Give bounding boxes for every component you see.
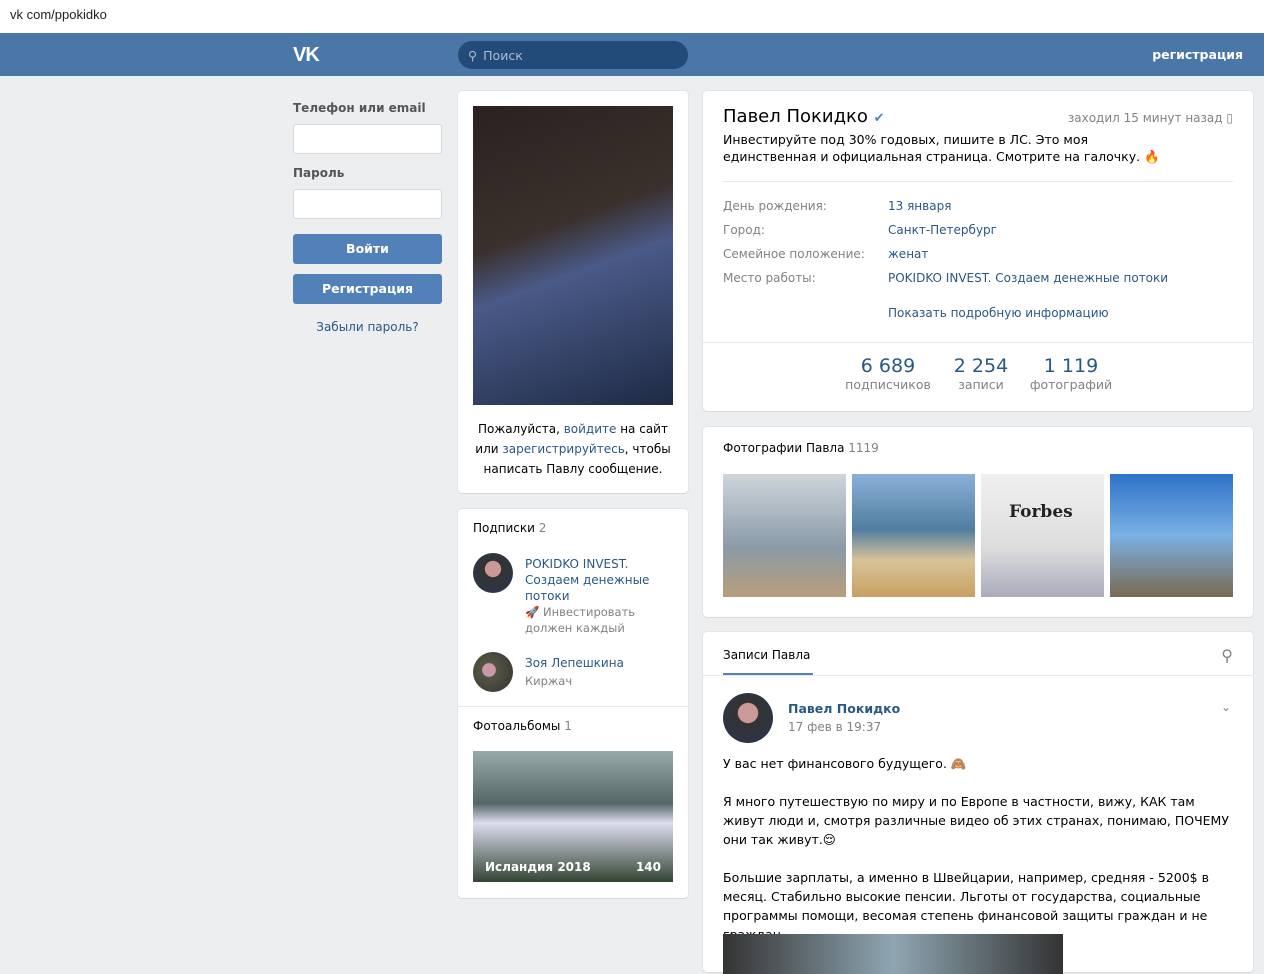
- subscriptions-title: Подписки 2: [473, 521, 546, 535]
- info-label: Место работы:: [723, 271, 816, 285]
- register-button[interactable]: Регистрация: [293, 274, 442, 304]
- register-link[interactable]: зарегистрируйтесь: [502, 442, 624, 456]
- info-value[interactable]: 13 января: [888, 199, 951, 213]
- verified-icon: ✔: [873, 111, 885, 126]
- subscription-desc: 🚀 Инвестировать должен каждый: [525, 605, 636, 635]
- post-text: У вас нет финансового будущего. 🙈 Я мног…: [723, 754, 1238, 959]
- phone-input[interactable]: [293, 124, 442, 154]
- chevron-down-icon[interactable]: ⌄: [1221, 700, 1231, 714]
- search-input[interactable]: ⚲ Поиск: [458, 41, 688, 69]
- profile-photo[interactable]: [473, 106, 673, 405]
- mobile-icon: ▯: [1226, 111, 1233, 125]
- subscription-desc: Киржач: [525, 674, 573, 688]
- info-value[interactable]: женат: [888, 247, 928, 261]
- title-text: Подписки: [473, 521, 535, 535]
- stat-number: 6 689: [860, 355, 916, 377]
- post-paragraph: Большие зарплаты, а именно в Швейцарии, …: [723, 870, 1209, 942]
- album-name: Исландия 2018: [485, 860, 591, 874]
- avatar[interactable]: [473, 553, 513, 593]
- prompt-text: Пожалуйста,: [478, 422, 564, 436]
- photo-thumb[interactable]: [723, 474, 846, 597]
- name-text: Павел Покидко: [723, 106, 868, 127]
- title-text: Фотоальбомы: [473, 719, 561, 733]
- post-author[interactable]: Павел Покидко: [788, 701, 900, 716]
- album-cover[interactable]: Исландия 2018 140: [473, 751, 673, 882]
- password-input[interactable]: [293, 189, 442, 219]
- forbes-text: Forbes: [1009, 502, 1073, 522]
- profile-card: Павел Покидко ✔ заходил 15 минут назад ▯…: [703, 91, 1253, 411]
- stat-number: 1 119: [1043, 355, 1099, 377]
- info-value[interactable]: POKIDKO INVEST. Создаем денежные потоки: [888, 271, 1168, 285]
- message-prompt: Пожалуйста, войдите на сайт или зарегист…: [470, 419, 676, 479]
- show-more-info-link[interactable]: Показать подробную информацию: [888, 306, 1109, 320]
- photo-thumb[interactable]: Forbes: [981, 474, 1104, 597]
- stat-followers[interactable]: 6 689 подписчиков: [843, 355, 933, 392]
- last-seen: заходил 15 минут назад ▯: [1068, 111, 1233, 125]
- password-label: Пароль: [293, 166, 345, 180]
- header-register-link[interactable]: регистрация: [1152, 47, 1243, 62]
- stat-posts[interactable]: 2 254 записи: [946, 355, 1016, 392]
- info-row: День рождения: 13 января: [723, 199, 951, 213]
- divider: [703, 675, 1253, 676]
- post-author-avatar[interactable]: [723, 693, 773, 743]
- photos-title: Фотографии Павла 1119: [723, 441, 879, 455]
- login-link[interactable]: войдите: [564, 422, 617, 436]
- info-label: День рождения:: [723, 199, 827, 213]
- search-icon[interactable]: ⚲: [1221, 646, 1233, 665]
- info-label: Город:: [723, 223, 765, 237]
- divider: [703, 342, 1253, 343]
- post-paragraph: У вас нет финансового будущего. 🙈: [723, 756, 967, 771]
- search-icon: ⚲: [468, 47, 478, 63]
- wall-card: Записи Павла ⚲ Павел Покидко 17 фев в 19…: [703, 632, 1253, 974]
- title-text: Фотографии Павла: [723, 441, 845, 455]
- address-bar[interactable]: vk com/ppokidko: [0, 0, 1264, 33]
- vk-logo[interactable]: VK: [293, 44, 320, 67]
- stat-label: записи: [958, 377, 1004, 392]
- divider: [458, 706, 688, 707]
- stat-label: подписчиков: [845, 377, 931, 392]
- last-seen-text: заходил 15 минут назад: [1067, 111, 1223, 125]
- photo-thumb[interactable]: [852, 474, 975, 597]
- photos-card: Фотографии Павла 1119 Forbes: [703, 427, 1253, 617]
- subscriptions-count: 2: [538, 521, 547, 535]
- albums-count: 1: [564, 719, 572, 733]
- photos-count: 1119: [848, 441, 879, 455]
- avatar[interactable]: [473, 652, 513, 692]
- list-item[interactable]: POKIDKO INVEST. Создаем денежные потоки 🚀…: [525, 556, 655, 636]
- profile-status: Инвестируйте под 30% годовых, пишите в Л…: [723, 132, 1160, 164]
- login-button[interactable]: Войти: [293, 234, 442, 264]
- stat-photos[interactable]: 1 119 фотографий: [1028, 355, 1114, 392]
- stat-number: 2 254: [953, 355, 1009, 377]
- info-row: Город: Санкт-Петербург: [723, 223, 997, 237]
- info-row: Семейное положение: женат: [723, 247, 928, 261]
- info-value[interactable]: Санкт-Петербург: [888, 223, 997, 237]
- post-date[interactable]: 17 фев в 19:37: [788, 720, 881, 734]
- info-label: Семейное положение:: [723, 247, 865, 261]
- phone-label: Телефон или email: [293, 101, 426, 115]
- photo-thumb[interactable]: [1110, 474, 1233, 597]
- avatar-card: Пожалуйста, войдите на сайт или зарегист…: [458, 91, 688, 493]
- list-item[interactable]: Зоя Лепешкина Киржач: [525, 654, 624, 690]
- subscriptions-card: Подписки 2 POKIDKO INVEST. Создаем денеж…: [458, 509, 688, 898]
- info-row: Место работы: POKIDKO INVEST. Создаем ден…: [723, 271, 1168, 285]
- divider: [723, 181, 1233, 182]
- profile-name: Павел Покидко ✔: [723, 106, 885, 127]
- forgot-password-link[interactable]: Забыли пароль?: [293, 320, 442, 334]
- search-placeholder: Поиск: [483, 47, 523, 63]
- post-paragraph: Я много путешествую по миру и по Европе …: [723, 794, 1229, 847]
- subscription-name[interactable]: POKIDKO INVEST. Создаем денежные потоки: [525, 556, 655, 604]
- wall-tab[interactable]: Записи Павла: [723, 648, 810, 662]
- album-count: 140: [635, 860, 661, 874]
- stat-label: фотографий: [1029, 377, 1113, 392]
- url-text: vk com/ppokidko: [10, 7, 107, 22]
- albums-title: Фотоальбомы 1: [473, 719, 572, 733]
- subscription-name[interactable]: Зоя Лепешкина: [525, 654, 624, 672]
- post-image[interactable]: [723, 934, 1063, 974]
